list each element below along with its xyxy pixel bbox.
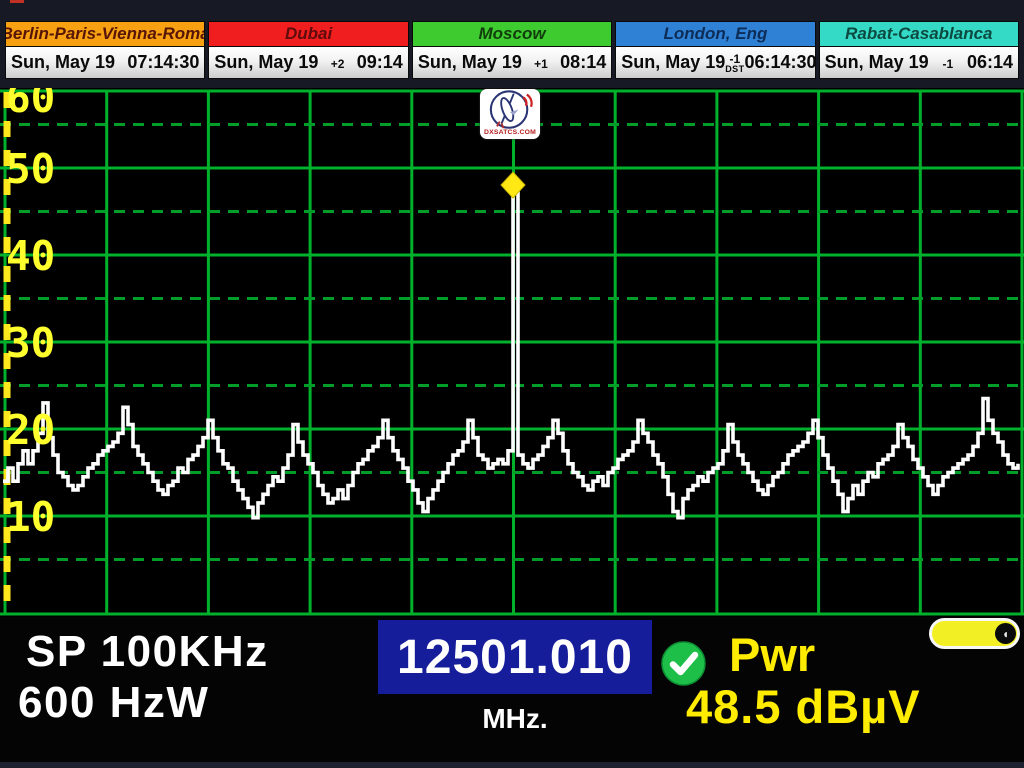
bottom-strip	[0, 762, 1024, 768]
frequency-display[interactable]: 12501.010	[378, 620, 652, 694]
clock-city-label: Dubai	[208, 21, 408, 47]
status-pill[interactable]: ◖	[929, 618, 1020, 649]
power-label: Pwr	[729, 627, 815, 682]
clock-time-row: Sun, May 19 +1 08:14	[412, 47, 612, 79]
clock-time: 06:14:30	[744, 52, 816, 73]
timezone-offset	[115, 62, 127, 64]
speaker-icon: ◖	[995, 623, 1016, 644]
timezone-offset: +2	[318, 56, 356, 70]
logo-text: DXSATCS.COM	[484, 129, 536, 136]
readout-bar: SP 100KHz 600 HzW 12501.010 MHz. Pwr 48.…	[0, 617, 1024, 762]
y-tick-label: 60	[6, 88, 55, 122]
dxsatcs-logo: DXSATCS.COM	[480, 89, 540, 139]
clock-time-row: Sun, May 19 -1 DST 06:14:30	[615, 47, 815, 79]
clock-city-label: Moscow	[412, 21, 612, 47]
clock-time: 07:14:30	[127, 52, 199, 73]
top-red-dash	[10, 0, 24, 3]
spectrum-chart: 60 50 40 30 20 10 DXSATCS.COM	[0, 88, 1024, 617]
clock-panel-moscow: Moscow Sun, May 19 +1 08:14	[412, 21, 612, 82]
y-tick-label: 20	[6, 406, 55, 454]
power-value: 48.5 dBµV	[686, 679, 921, 734]
timezone-offset: +1	[522, 56, 560, 70]
clock-city-label: Berlin-Paris-Vienna-Roma	[5, 21, 205, 47]
clock-date: Sun, May 19	[214, 52, 318, 73]
y-tick-label: 50	[6, 145, 55, 193]
bandwidth-readout: 600 HzW	[18, 678, 209, 728]
y-tick-label: 40	[6, 232, 55, 280]
spectrum-plot: 60 50 40 30 20 10	[0, 88, 1024, 617]
meter-screen: Berlin-Paris-Vienna-Roma Sun, May 19 07:…	[0, 0, 1024, 768]
timezone-offset: -1 DST	[725, 51, 744, 74]
clock-panel-london: London, Eng Sun, May 19 -1 DST 06:14:30	[615, 21, 815, 82]
clock-date: Sun, May 19	[11, 52, 115, 73]
diamond-marker-icon	[501, 172, 525, 198]
span-readout: SP 100KHz	[26, 627, 269, 677]
signal-trace	[3, 181, 1018, 518]
satellite-dish-icon	[482, 89, 538, 131]
clock-panel-rabat: Rabat-Casablanca Sun, May 19 -1 06:14	[819, 21, 1019, 82]
clock-panel-berlin: Berlin-Paris-Vienna-Roma Sun, May 19 07:…	[5, 21, 205, 82]
world-clock-bar: Berlin-Paris-Vienna-Roma Sun, May 19 07:…	[0, 0, 1024, 88]
clock-city-label: London, Eng	[615, 21, 815, 47]
clock-panel-dubai: Dubai Sun, May 19 +2 09:14	[208, 21, 408, 82]
clock-date: Sun, May 19	[418, 52, 522, 73]
clock-time: 09:14	[357, 52, 403, 73]
clock-time: 08:14	[560, 52, 606, 73]
clock-time-row: Sun, May 19 +2 09:14	[208, 47, 408, 79]
y-tick-label: 30	[6, 319, 55, 367]
clock-date: Sun, May 19	[825, 52, 929, 73]
clock-date: Sun, May 19	[621, 52, 725, 73]
clock-city-label: Rabat-Casablanca	[819, 21, 1019, 47]
clock-time-row: Sun, May 19 -1 06:14	[819, 47, 1019, 79]
clock-time-row: Sun, May 19 07:14:30	[5, 47, 205, 79]
clock-panels: Berlin-Paris-Vienna-Roma Sun, May 19 07:…	[5, 21, 1019, 82]
y-tick-label: 10	[6, 493, 55, 541]
frequency-unit-label: MHz.	[378, 703, 652, 735]
clock-time: 06:14	[967, 52, 1013, 73]
timezone-offset: -1	[929, 56, 967, 70]
